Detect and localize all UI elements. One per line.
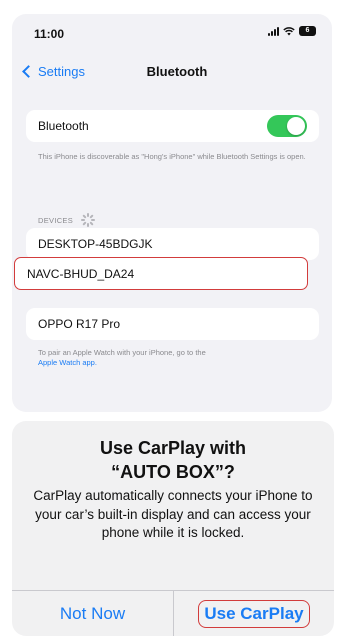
battery-icon: 6 <box>299 26 316 36</box>
not-now-button[interactable]: Not Now <box>12 591 173 636</box>
device-name: DESKTOP-45BDGJK <box>38 237 153 251</box>
alert-title-line-2: “AUTO BOX”? <box>111 462 235 482</box>
status-time: 11:00 <box>34 27 65 41</box>
settings-screen: 11:00 6 Settings Bluetooth Bluetooth Thi… <box>12 14 332 412</box>
device-name: NAVC-BHUD_DA24 <box>27 266 135 281</box>
apple-watch-app-link[interactable]: Apple Watch app. <box>38 358 97 367</box>
loading-spinner-icon <box>81 213 96 227</box>
cellular-signal-icon <box>268 26 279 36</box>
not-now-label: Not Now <box>59 603 126 623</box>
page-title: Bluetooth <box>146 64 208 79</box>
apple-watch-note: To pair an Apple Watch with your iPhone,… <box>38 348 318 368</box>
device-row[interactable]: OPPO R17 Pro <box>26 308 319 340</box>
discoverable-note: This iPhone is discoverable as "Hong's i… <box>38 152 306 161</box>
alert-title-line-1: Use CarPlay with <box>99 438 247 458</box>
device-list-top: DESKTOP-45BDGJK <box>26 228 319 260</box>
bluetooth-toggle[interactable] <box>267 115 307 137</box>
device-row[interactable]: DESKTOP-45BDGJK <box>26 228 319 260</box>
carplay-alert-dialog: Use CarPlay with “AUTO BOX”? CarPlay aut… <box>12 421 334 636</box>
use-carplay-label: Use CarPlay <box>198 599 310 628</box>
alert-title: Use CarPlay with “AUTO BOX”? <box>12 436 334 484</box>
device-name: OPPO R17 Pro <box>38 317 121 331</box>
toggle-knob <box>287 117 305 135</box>
device-list-bottom: OPPO R17 Pro <box>26 308 319 340</box>
apple-watch-note-text: To pair an Apple Watch with your iPhone,… <box>38 348 206 357</box>
devices-section-header: DEVICES <box>38 213 96 227</box>
device-row-selected[interactable]: NAVC-BHUD_DA24 <box>14 257 308 290</box>
bluetooth-toggle-card: Bluetooth <box>26 110 319 142</box>
use-carplay-button[interactable]: Use CarPlay <box>174 591 334 636</box>
devices-header-label: DEVICES <box>38 215 74 225</box>
wifi-icon <box>283 26 295 35</box>
status-icons: 6 <box>268 26 316 36</box>
bluetooth-label: Bluetooth <box>38 119 89 133</box>
bluetooth-toggle-row: Bluetooth <box>26 110 319 142</box>
navigation-bar: Settings Bluetooth <box>12 60 332 84</box>
alert-message: CarPlay automatically connects your iPho… <box>33 488 313 540</box>
status-bar: 11:00 6 <box>12 14 332 50</box>
